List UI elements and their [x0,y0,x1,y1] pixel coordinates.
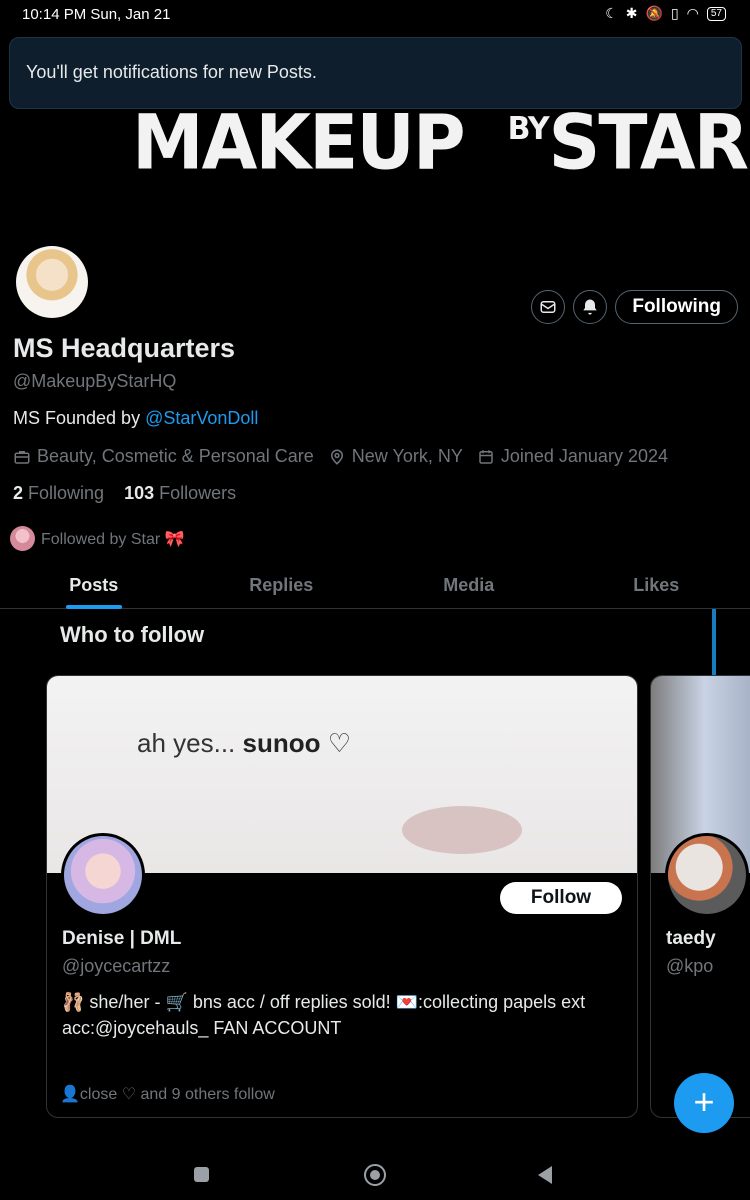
location-item: New York, NY [328,446,463,467]
bio-text: MS Founded by [13,408,146,428]
banner-text-bold: sunoo [242,728,321,758]
follower-avatar [10,526,35,551]
notification-toast: You'll get notifications for new Posts. [9,37,742,109]
tab-posts[interactable]: Posts [0,565,188,608]
card-avatar-image [64,836,142,914]
banner-text-prefix: ah yes... [137,728,243,758]
moon-icon: ☾ [605,5,618,21]
follow-button[interactable]: Follow [500,882,622,914]
card-footer-text: close ♡ and 9 others follow [79,1086,275,1103]
profile-stats: 2 Following 103 Followers [13,483,236,504]
card-avatar[interactable] [61,833,145,917]
profile-meta: Beauty, Cosmetic & Personal Care New Yor… [13,446,668,467]
status-time: 10:14 PM Sun, Jan 21 [22,6,171,23]
display-name: MS Headquarters [13,333,236,363]
followed-by-text: Followed by Star 🎀 [41,530,185,548]
suggestion-card[interactable]: taedy @kpo [650,675,750,1118]
card-handle: @kpo [666,956,714,976]
card-mutuals: 👤close ♡ and 9 others follow [60,1084,275,1104]
banner-text-suffix: ♡ [320,728,352,758]
card-avatar[interactable] [665,833,749,917]
bluetooth-icon: ✱ [625,5,638,21]
recents-button[interactable] [194,1167,209,1182]
location-pin-icon [330,449,343,465]
status-icons: ☾ ✱ 🔕 ▯ ◠ 57 [605,5,726,22]
category-item: Beauty, Cosmetic & Personal Care [13,446,314,467]
card-name: Denise | DML [62,928,182,949]
vibrate-icon: ▯ [670,5,679,21]
following-button[interactable]: Following [615,290,738,324]
system-nav-bar [0,1150,750,1200]
tab-likes[interactable]: Likes [563,565,750,608]
followers-count: 103 [124,483,155,503]
message-button[interactable] [531,290,566,324]
logo-star: STAR [548,97,750,187]
card-banner-text: ah yes... sunoo ♡ [137,728,351,759]
briefcase-icon [14,450,30,464]
following-stat[interactable]: 2 Following [13,483,104,504]
profile-avatar[interactable] [13,243,91,321]
banner-decoration [402,806,522,854]
following-label: Following [28,483,105,503]
card-avatar-image [668,836,746,914]
card-handle: @joycecartzz [62,956,171,976]
joined-item: Joined January 2024 [477,446,668,467]
bio-mention-link[interactable]: @StarVonDoll [145,408,258,428]
mail-icon [540,301,556,313]
bell-off-icon: 🔕 [645,5,663,21]
suggestion-card[interactable]: ah yes... sunoo ♡ Follow Denise | DML @j… [46,675,638,1118]
joined-text: Joined January 2024 [500,446,668,466]
card-bio: 🩰 she/her - 🛒 bns acc / off replies sold… [62,992,586,1038]
wifi-icon: ◠ [686,5,699,21]
status-bar: 10:14 PM Sun, Jan 21 ☾ ✱ 🔕 ▯ ◠ 57 [0,0,750,30]
who-to-follow-title: Who to follow [60,622,205,647]
followed-by[interactable]: Followed by Star 🎀 [10,526,185,551]
toast-message: You'll get notifications for new Posts. [26,62,317,82]
tab-replies[interactable]: Replies [188,565,376,608]
home-button[interactable] [364,1164,386,1186]
tab-media[interactable]: Media [375,565,563,608]
battery-icon: 57 [706,6,726,21]
notifications-button[interactable] [573,290,608,324]
bell-check-icon [583,299,598,315]
card-name: taedy [666,928,716,949]
card-banner: ah yes... sunoo ♡ [47,676,637,873]
avatar-image [16,246,88,318]
back-button[interactable] [538,1166,552,1184]
profile-handle: @MakeupByStarHQ [13,371,177,391]
calendar-icon [479,449,493,464]
followers-stat[interactable]: 103 Followers [124,483,236,504]
location-text: New York, NY [351,446,463,466]
profile-actions: Following [531,290,738,324]
category-text: Beauty, Cosmetic & Personal Care [37,446,314,466]
followers-label: Followers [159,483,237,503]
banner-logo: MAKEUP BYSTAR [132,97,750,187]
compose-button[interactable]: + [674,1073,734,1133]
profile-bio: MS Founded by @StarVonDoll [13,408,258,429]
person-icon: 👤 [60,1086,80,1103]
logo-by: BY [507,110,550,148]
following-count: 2 [13,483,24,503]
logo-main: MAKEUP [132,97,466,187]
profile-tabs: Posts Replies Media Likes [0,565,750,609]
